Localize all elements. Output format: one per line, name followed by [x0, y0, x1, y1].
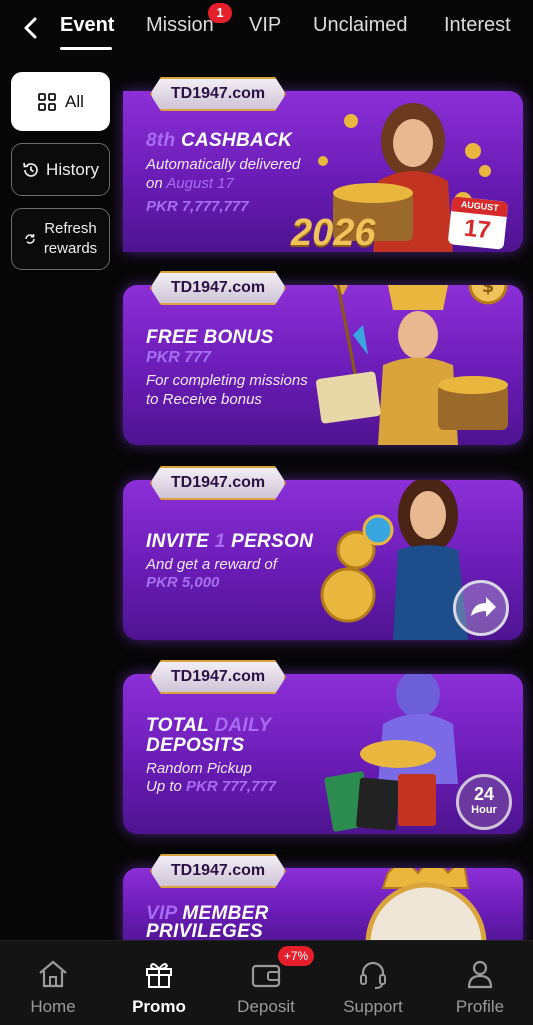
headset-icon — [360, 961, 386, 989]
tab-event[interactable]: Event — [60, 14, 114, 37]
invite-amount: PKR 5,000 — [146, 574, 220, 591]
cashback-title: 8th CASHBACK — [146, 130, 293, 151]
free-bonus-character-illustration: $ — [316, 285, 508, 445]
nav-profile-label: Profile — [455, 997, 505, 1016]
nav-home[interactable]: Home — [0, 941, 106, 1025]
free-bonus-line1: For completing missions — [146, 372, 308, 389]
invite-line1: And get a reward of — [146, 556, 277, 573]
deposits-line2: Up to PKR 777,777 — [146, 778, 277, 795]
refresh-icon — [25, 234, 35, 244]
refresh-rewards-label: Refresh rewards — [43, 220, 98, 257]
deposits-title-line2: DEPOSITS — [146, 735, 245, 756]
history-label: History — [46, 159, 99, 179]
home-icon — [39, 960, 67, 988]
free-bonus-title: FREE BONUS — [146, 327, 274, 348]
filter-all-button[interactable]: All — [11, 72, 110, 131]
tab-unclaimed[interactable]: Unclaimed — [313, 14, 407, 37]
brand-chip: TD1947.com — [150, 271, 286, 305]
deposit-bonus-badge: +7% — [278, 946, 314, 966]
free-bonus-amount: PKR 777 — [146, 349, 211, 366]
tab-mission[interactable]: Mission — [146, 14, 214, 37]
refresh-rewards-button[interactable]: Refresh rewards — [11, 208, 110, 270]
nav-deposit-label: Deposit — [237, 997, 295, 1016]
nav-support[interactable]: Support — [320, 941, 426, 1025]
tab-vip[interactable]: VIP — [249, 14, 281, 37]
24-hour-badge: 24 Hour — [456, 774, 512, 830]
brand-chip: TD1947.com — [150, 466, 286, 500]
calendar-icon: AUGUST 17 — [447, 196, 509, 250]
top-tab-bar: Event Mission 1 VIP Unclaimed Interest — [0, 0, 533, 58]
deposits-line1: Random Pickup — [146, 760, 252, 777]
nav-profile[interactable]: Profile — [427, 941, 533, 1025]
nav-promo-label: Promo — [132, 997, 186, 1016]
bottom-navigation: Home Promo Deposit Support Profile — [0, 940, 533, 1025]
mission-badge: 1 — [208, 3, 232, 23]
free-bonus-line2: to Receive bonus — [146, 391, 262, 408]
history-button[interactable]: History — [11, 143, 110, 196]
tab-interest[interactable]: Interest — [444, 14, 511, 37]
history-icon — [23, 162, 38, 177]
share-icon — [453, 580, 509, 636]
nav-home-label: Home — [30, 997, 76, 1016]
person-icon — [467, 960, 493, 989]
cashback-amount: PKR 7,777,777 — [146, 198, 249, 215]
brand-chip: TD1947.com — [150, 854, 286, 888]
filter-all-label: All — [65, 91, 84, 111]
invite-title: INVITE 1 PERSON — [146, 531, 314, 552]
deposits-title-line1: TOTAL DAILY — [146, 715, 272, 736]
year-text: 2026 — [291, 212, 376, 252]
brand-chip: TD1947.com — [150, 77, 286, 111]
cashback-line2: on August 17 — [146, 175, 234, 192]
active-tab-indicator — [60, 47, 112, 50]
nav-promo[interactable]: Promo — [106, 941, 212, 1025]
svg-text:$: $ — [482, 285, 495, 297]
back-arrow-icon[interactable] — [18, 14, 44, 42]
gift-icon — [146, 963, 172, 988]
crown-illustration — [365, 868, 487, 948]
nav-support-label: Support — [343, 997, 403, 1016]
grid-icon — [38, 92, 56, 111]
cashback-line1: Automatically delivered — [146, 156, 301, 173]
brand-chip: TD1947.com — [150, 660, 286, 694]
